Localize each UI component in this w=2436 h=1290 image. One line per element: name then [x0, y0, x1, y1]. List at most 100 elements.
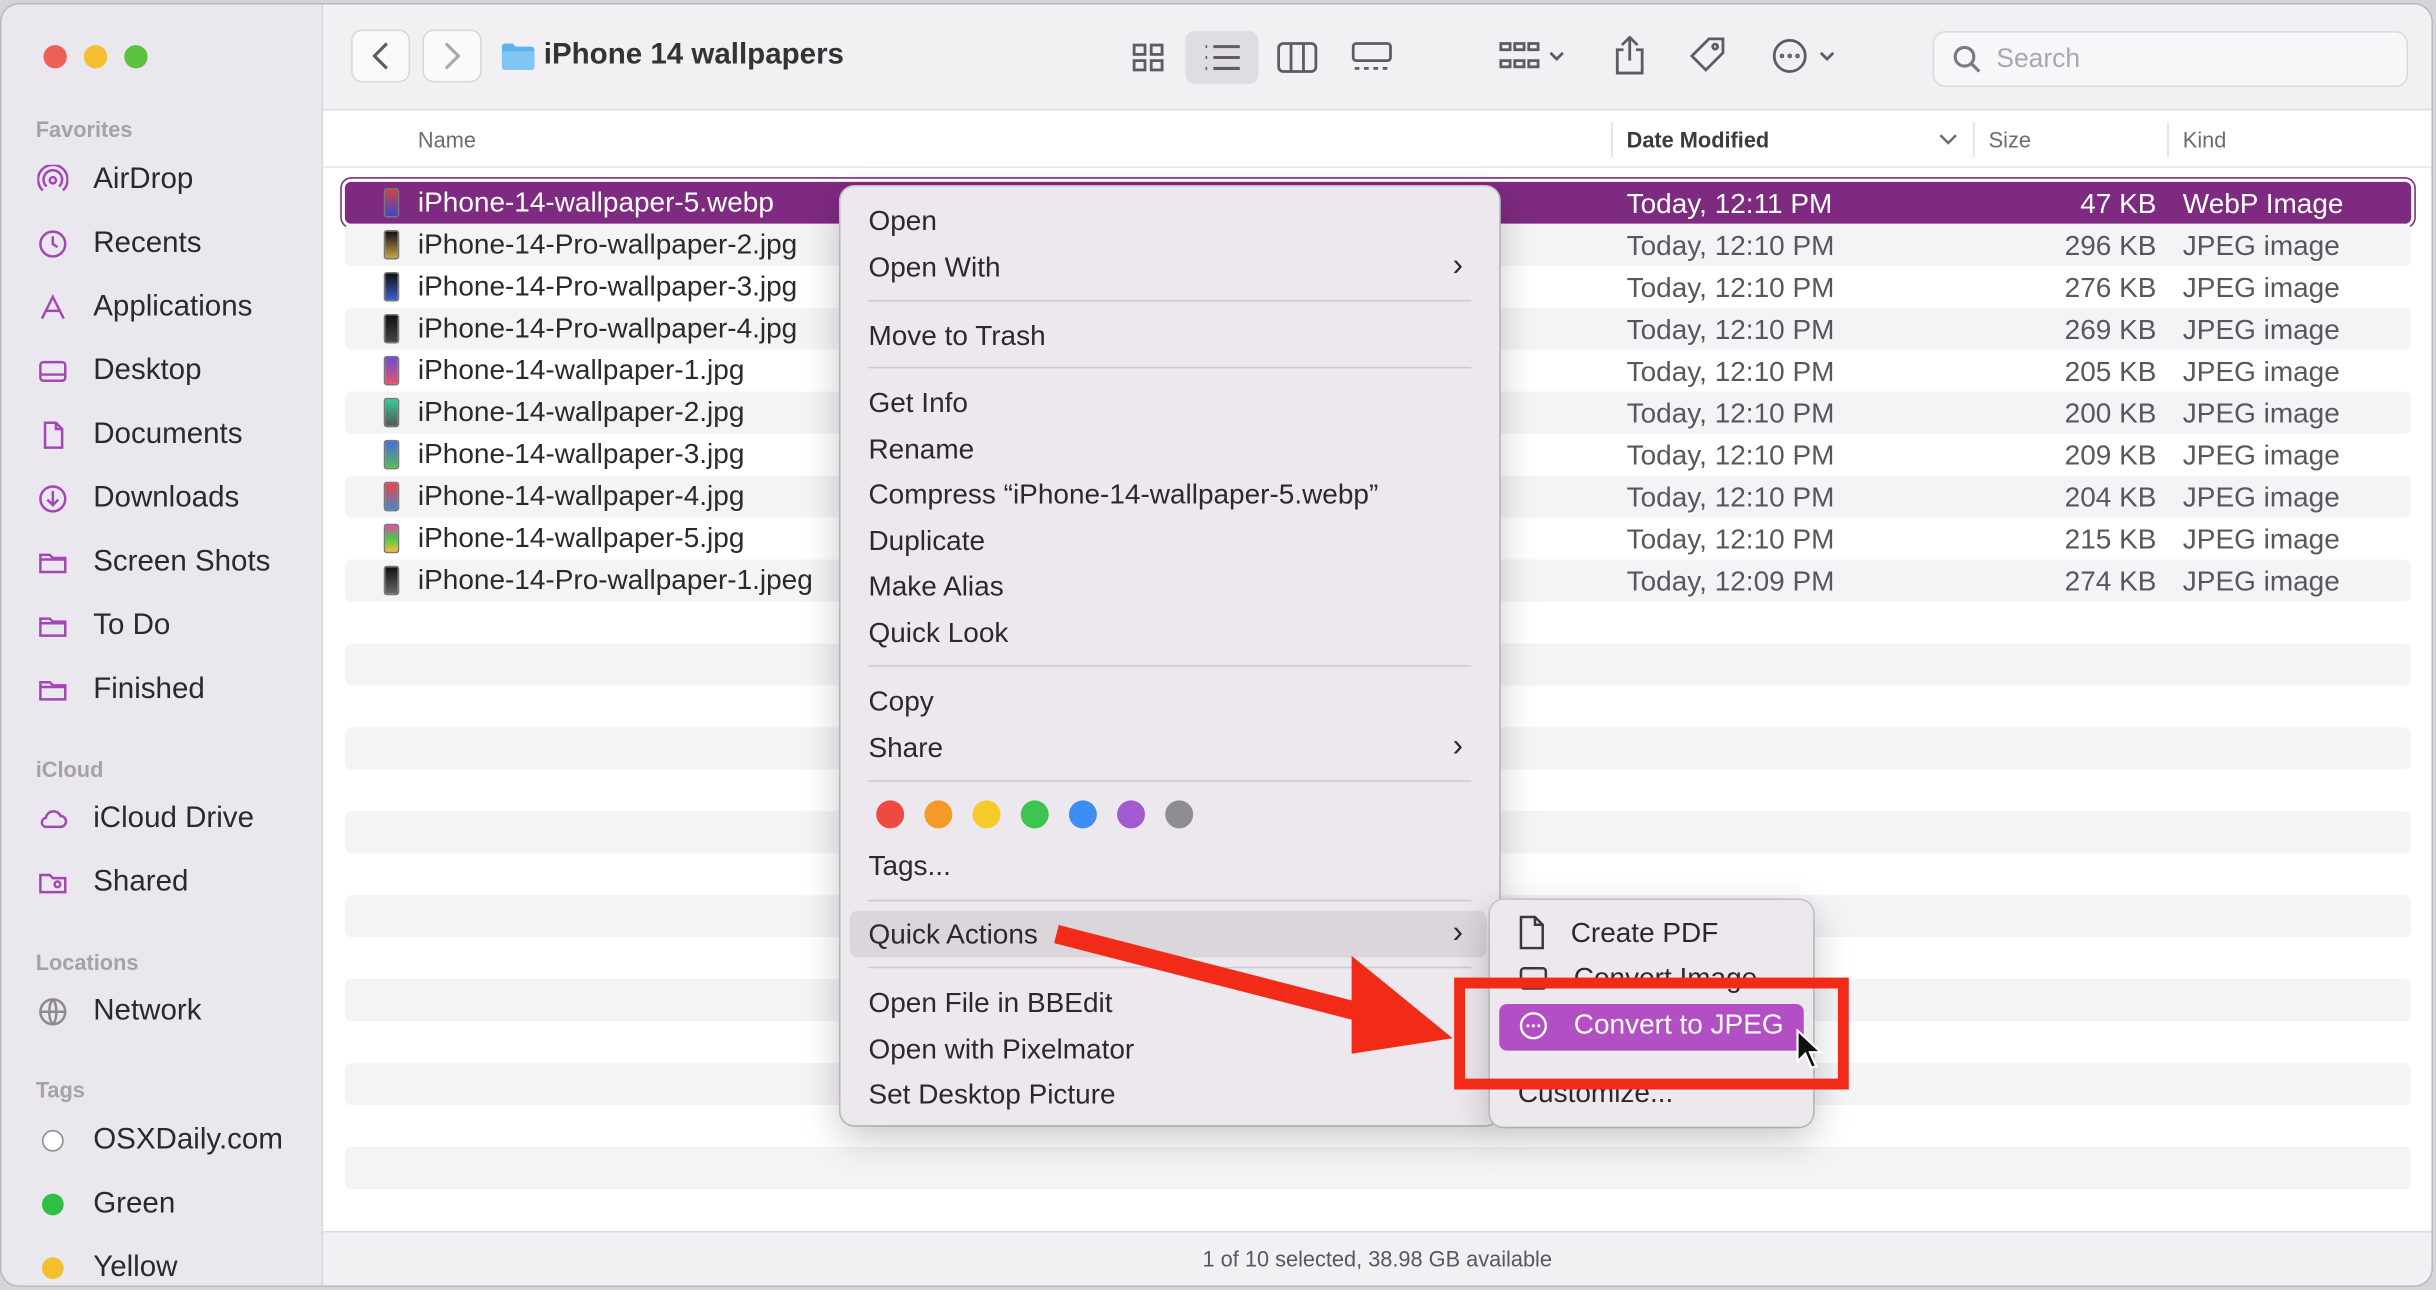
sidebar-tag-green[interactable]: Green — [36, 1181, 316, 1228]
list-icon — [1204, 45, 1239, 70]
column-divider[interactable] — [2167, 122, 2169, 157]
icon-view-button[interactable] — [1111, 31, 1184, 84]
toolbar: iPhone 14 wallpapers — [323, 4, 2432, 111]
sidebar-item-label: iCloud Drive — [93, 801, 254, 835]
menu-item-open-bbedit[interactable]: Open File in BBEdit — [868, 981, 1112, 1025]
menu-item-open-with[interactable]: Open With — [868, 246, 1000, 290]
file-size: 274 KB — [2064, 565, 2157, 597]
menu-item-compress[interactable]: Compress “iPhone-14-wallpaper-5.webp” — [868, 472, 1378, 516]
columns-icon — [1276, 42, 1317, 73]
tag-color-blue[interactable] — [1068, 800, 1097, 829]
folder-icon — [36, 609, 70, 643]
column-view-button[interactable] — [1260, 31, 1333, 84]
group-by-button[interactable] — [1482, 30, 1585, 83]
forward-button[interactable] — [422, 29, 482, 83]
empty-row-stripe — [344, 1146, 2412, 1189]
more-actions-button[interactable] — [1756, 30, 1859, 83]
gallery-view-button[interactable] — [1335, 31, 1408, 84]
menu-item-move-to-trash[interactable]: Move to Trash — [868, 314, 1045, 358]
sidebar-item-documents[interactable]: Documents — [36, 412, 316, 459]
menu-item-quick-actions[interactable]: Quick Actions — [868, 912, 1037, 956]
sidebar-item-desktop[interactable]: Desktop — [36, 348, 316, 395]
file-date: Today, 12:09 PM — [1626, 565, 1835, 597]
download-icon — [36, 482, 70, 516]
file-kind: JPEG image — [2182, 565, 2340, 597]
sidebar-item-recents[interactable]: Recents — [36, 221, 316, 268]
airdrop-icon — [36, 163, 70, 197]
column-header-kind[interactable]: Kind — [2183, 127, 2227, 152]
sidebar-item-label: Screen Shots — [93, 545, 271, 579]
sidebar-tag-yellow[interactable]: Yellow — [36, 1245, 316, 1285]
close-window-button[interactable] — [43, 45, 67, 69]
search-field[interactable] — [1932, 31, 2409, 88]
file-date: Today, 12:11 PM — [1626, 188, 1833, 220]
file-date: Today, 12:10 PM — [1626, 481, 1835, 513]
status-bar: 1 of 10 selected, 38.98 GB available — [323, 1230, 2432, 1286]
tag-color-orange[interactable] — [924, 800, 953, 829]
file-name: iPhone-14-wallpaper-4.jpg — [417, 480, 745, 512]
tag-color-gray[interactable] — [1165, 800, 1194, 829]
zoom-window-button[interactable] — [124, 45, 148, 69]
file-size: 296 KB — [2064, 230, 2157, 262]
menu-item-make-alias[interactable]: Make Alias — [868, 564, 1003, 608]
globe-icon — [36, 995, 70, 1029]
share-icon — [1615, 35, 1644, 75]
column-header-size[interactable]: Size — [1989, 127, 2031, 152]
file-kind: JPEG image — [2182, 397, 2340, 429]
sidebar-item-screen-shots[interactable]: Screen Shots — [36, 539, 316, 586]
menu-item-open-pixelmator[interactable]: Open with Pixelmator — [868, 1027, 1134, 1071]
tag-color-purple[interactable] — [1117, 800, 1146, 829]
sidebar-item-airdrop[interactable]: AirDrop — [36, 157, 316, 204]
menu-separator — [868, 366, 1472, 369]
menu-item-rename[interactable]: Rename — [868, 427, 974, 471]
sidebar-item-applications[interactable]: Applications — [36, 284, 316, 331]
file-kind: JPEG image — [2182, 230, 2340, 262]
image-file-icon — [383, 565, 400, 596]
tag-color-red[interactable] — [876, 800, 905, 829]
file-size: 276 KB — [2064, 271, 2157, 304]
sidebar-item-label: Applications — [93, 290, 253, 324]
tag-button[interactable] — [1678, 30, 1737, 83]
file-kind: JPEG image — [2182, 439, 2340, 471]
tag-color-yellow[interactable] — [972, 800, 1001, 829]
sidebar-item-to-do[interactable]: To Do — [36, 603, 316, 650]
sidebar-item-downloads[interactable]: Downloads — [36, 476, 316, 523]
sidebar-item-finished[interactable]: Finished — [36, 667, 316, 714]
menu-separator — [868, 665, 1472, 667]
file-size: 209 KB — [2064, 439, 2157, 471]
menu-item-tags[interactable]: Tags... — [868, 844, 950, 888]
menu-item-duplicate[interactable]: Duplicate — [868, 519, 985, 563]
sidebar-item-label: To Do — [93, 609, 171, 642]
search-input[interactable] — [1996, 43, 2401, 75]
sidebar-item-shared[interactable]: Shared — [36, 859, 316, 906]
menu-item-copy[interactable]: Copy — [868, 679, 933, 723]
document-icon — [1519, 915, 1544, 950]
image-file-icon — [383, 481, 400, 512]
share-button[interactable] — [1603, 30, 1656, 83]
minimize-window-button[interactable] — [83, 45, 108, 69]
list-view-button[interactable] — [1185, 31, 1259, 84]
search-icon — [1953, 45, 1981, 73]
file-kind: JPEG image — [2182, 481, 2340, 513]
column-header-date-modified[interactable]: Date Modified — [1627, 127, 1770, 152]
submenu-item-label: Create PDF — [1570, 916, 1719, 948]
menu-item-set-desktop-picture[interactable]: Set Desktop Picture — [868, 1072, 1115, 1116]
context-menu: Open Open With › Move to Trash Get Info … — [840, 186, 1500, 1126]
menu-item-open[interactable]: Open — [868, 199, 936, 243]
sidebar-item-network[interactable]: Network — [36, 988, 316, 1035]
folder-icon — [36, 673, 70, 707]
file-kind: JPEG image — [2182, 313, 2340, 346]
back-button[interactable] — [351, 29, 411, 83]
tag-circle-icon — [36, 1124, 70, 1158]
sidebar-item-icloud-drive[interactable]: iCloud Drive — [36, 796, 316, 843]
submenu-item-create-pdf[interactable]: Create PDF — [1518, 915, 1719, 950]
column-header-name[interactable]: Name — [418, 127, 476, 152]
column-divider[interactable] — [1973, 122, 1975, 157]
tag-color-green[interactable] — [1020, 800, 1049, 829]
menu-item-get-info[interactable]: Get Info — [868, 381, 968, 425]
file-date: Today, 12:10 PM — [1626, 355, 1835, 387]
menu-item-share[interactable]: Share — [868, 726, 943, 770]
menu-item-quick-look[interactable]: Quick Look — [868, 611, 1008, 655]
sidebar-tag-osxdaily[interactable]: OSXDaily.com — [36, 1117, 316, 1164]
column-divider[interactable] — [1611, 122, 1613, 157]
